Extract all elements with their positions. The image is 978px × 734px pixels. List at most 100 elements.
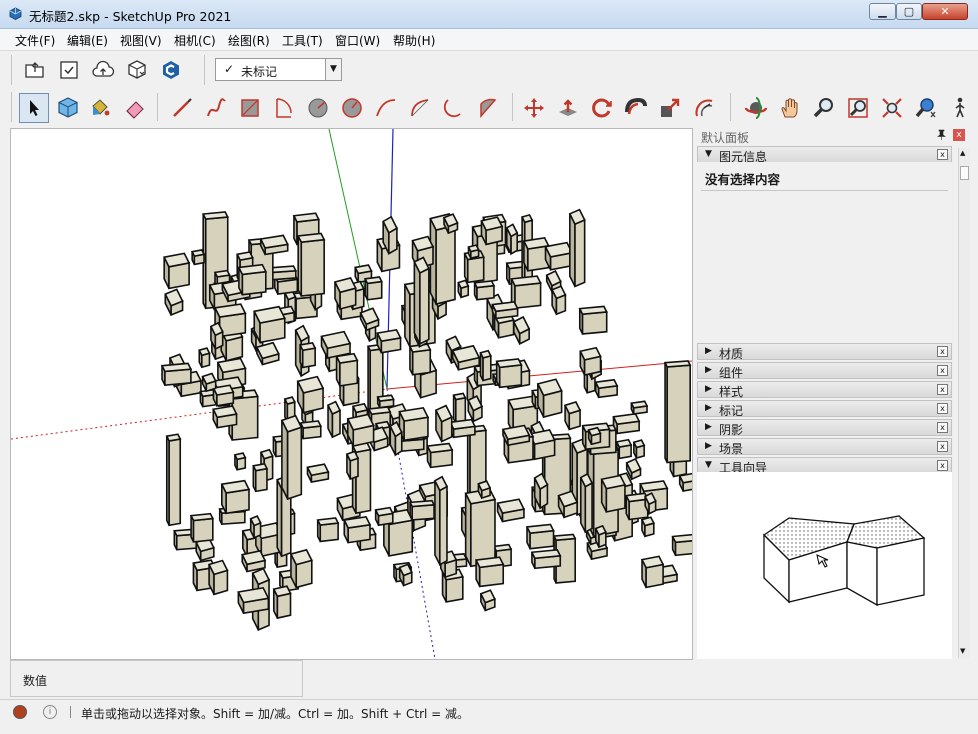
maximize-button[interactable]: ▢ bbox=[896, 3, 922, 20]
zoom-extents-icon[interactable] bbox=[879, 95, 905, 121]
building-roof bbox=[632, 439, 646, 449]
building-wall bbox=[339, 359, 359, 387]
menu-help[interactable]: 帮助(H) bbox=[393, 32, 435, 49]
building-block bbox=[212, 405, 238, 429]
menu-file[interactable]: 文件(F) bbox=[15, 32, 55, 49]
building-block bbox=[374, 506, 394, 527]
building-roof bbox=[363, 276, 383, 285]
rectangle-icon[interactable] bbox=[237, 95, 263, 121]
position-camera-icon[interactable] bbox=[913, 95, 939, 121]
circle-icon[interactable] bbox=[305, 95, 331, 121]
info-icon[interactable]: i bbox=[43, 705, 57, 719]
measurements-box[interactable]: 数值 bbox=[10, 660, 303, 697]
no-selection-text: 没有选择内容 bbox=[705, 172, 781, 187]
chevron-down-icon[interactable]: ▼ bbox=[325, 59, 341, 80]
panel-shadows-header[interactable]: ▶ 阴影 x bbox=[697, 419, 952, 437]
building-wall bbox=[286, 426, 303, 501]
toolbar-grip bbox=[11, 55, 12, 85]
paint-bucket-icon[interactable] bbox=[87, 95, 113, 121]
building-wall bbox=[514, 282, 542, 310]
building-block bbox=[376, 328, 402, 354]
freehand-icon[interactable] bbox=[203, 95, 229, 121]
tray-close-button[interactable]: x bbox=[953, 129, 965, 141]
minimize-button[interactable]: ▁ bbox=[869, 3, 896, 20]
drawing-viewport[interactable] bbox=[10, 128, 693, 660]
rotated-rectangle-icon[interactable] bbox=[271, 95, 297, 121]
panel-close-icon[interactable]: x bbox=[937, 384, 948, 395]
panel-close-icon[interactable]: x bbox=[937, 365, 948, 376]
building-block bbox=[579, 346, 602, 376]
polygon-icon[interactable] bbox=[339, 95, 365, 121]
tag-dropdown[interactable]: ✓ 未标记 ▼ bbox=[215, 58, 342, 81]
open-icon[interactable] bbox=[22, 57, 48, 83]
panel-components-header[interactable]: ▶ 组件 x bbox=[697, 362, 952, 380]
building-wall bbox=[254, 467, 268, 493]
panel-tags-header[interactable]: ▶ 标记 x bbox=[697, 400, 952, 418]
building-block bbox=[333, 276, 357, 311]
building-block bbox=[162, 252, 191, 290]
menu-camera[interactable]: 相机(C) bbox=[174, 32, 216, 49]
menu-edit[interactable]: 编辑(E) bbox=[67, 32, 108, 49]
scale-icon[interactable] bbox=[657, 95, 683, 121]
panel-styles-header[interactable]: ▶ 样式 x bbox=[697, 381, 952, 399]
offset-icon[interactable] bbox=[691, 95, 717, 121]
make-component-icon[interactable] bbox=[55, 95, 81, 121]
panel-close-icon[interactable]: x bbox=[937, 403, 948, 414]
building-block bbox=[382, 215, 398, 255]
building-roof bbox=[671, 533, 692, 544]
scroll-thumb[interactable] bbox=[960, 166, 969, 180]
building-block bbox=[220, 479, 251, 515]
panel-entity-info-header[interactable]: ▼ 图元信息 x bbox=[697, 146, 952, 164]
arc-icon[interactable] bbox=[373, 95, 399, 121]
building-wall bbox=[301, 347, 316, 369]
walk-icon[interactable] bbox=[947, 95, 973, 121]
scroll-down-arrow-icon[interactable]: ▼ bbox=[960, 647, 965, 655]
building-block bbox=[320, 330, 352, 360]
instructor-body bbox=[697, 472, 952, 659]
eraser-icon[interactable] bbox=[122, 95, 148, 121]
menu-window[interactable]: 窗口(W) bbox=[335, 32, 380, 49]
pin-icon[interactable] bbox=[937, 129, 946, 143]
panel-close-icon[interactable]: x bbox=[937, 422, 948, 433]
line-icon[interactable] bbox=[169, 95, 195, 121]
three-point-arc-icon[interactable] bbox=[441, 95, 467, 121]
geo-location-icon[interactable] bbox=[13, 705, 27, 719]
model-info-icon[interactable] bbox=[56, 57, 82, 83]
panel-scenes-header[interactable]: ▶ 场景 x bbox=[697, 438, 952, 456]
building-block bbox=[678, 472, 692, 492]
building-wall bbox=[445, 575, 464, 603]
building-block bbox=[201, 372, 217, 393]
panel-close-icon[interactable]: x bbox=[937, 149, 948, 160]
panel-close-icon[interactable]: x bbox=[937, 346, 948, 357]
scroll-up-arrow-icon[interactable]: ▲ bbox=[960, 149, 965, 157]
cloud-upload-icon[interactable] bbox=[90, 57, 116, 83]
building-roof bbox=[335, 352, 359, 364]
panel-materials-header[interactable]: ▶ 材质 x bbox=[697, 343, 952, 361]
menu-view[interactable]: 视图(V) bbox=[120, 32, 162, 49]
check-icon: ✓ bbox=[224, 62, 235, 76]
building-mass-group bbox=[160, 208, 692, 632]
status-bar: i 单击或拖动以选择对象。Shift = 加/减。Ctrl = 加。Shift … bbox=[0, 699, 978, 734]
two-point-arc-icon[interactable] bbox=[407, 95, 433, 121]
pie-icon[interactable] bbox=[475, 95, 501, 121]
building-block bbox=[505, 223, 519, 256]
orbit-icon[interactable] bbox=[743, 95, 769, 121]
select-icon[interactable] bbox=[19, 93, 49, 123]
menu-tools[interactable]: 工具(T) bbox=[282, 32, 323, 49]
extension-warehouse-icon[interactable] bbox=[158, 57, 184, 83]
zoom-window-icon[interactable] bbox=[845, 95, 871, 121]
3d-warehouse-icon[interactable] bbox=[124, 57, 150, 83]
push-pull-icon[interactable] bbox=[555, 95, 581, 121]
close-button[interactable]: ✕ bbox=[922, 3, 968, 20]
zoom-icon[interactable] bbox=[811, 95, 837, 121]
rotate-icon[interactable] bbox=[589, 95, 615, 121]
panel-close-icon[interactable]: x bbox=[937, 460, 948, 471]
move-icon[interactable] bbox=[521, 95, 547, 121]
tray-scrollbar[interactable]: ▲ ▼ bbox=[958, 148, 970, 658]
panel-close-icon[interactable]: x bbox=[937, 441, 948, 452]
pan-icon[interactable] bbox=[777, 95, 803, 121]
menu-draw[interactable]: 绘图(R) bbox=[228, 32, 270, 49]
follow-me-icon[interactable] bbox=[623, 95, 649, 121]
building-block bbox=[164, 288, 184, 317]
building-block bbox=[467, 244, 480, 260]
